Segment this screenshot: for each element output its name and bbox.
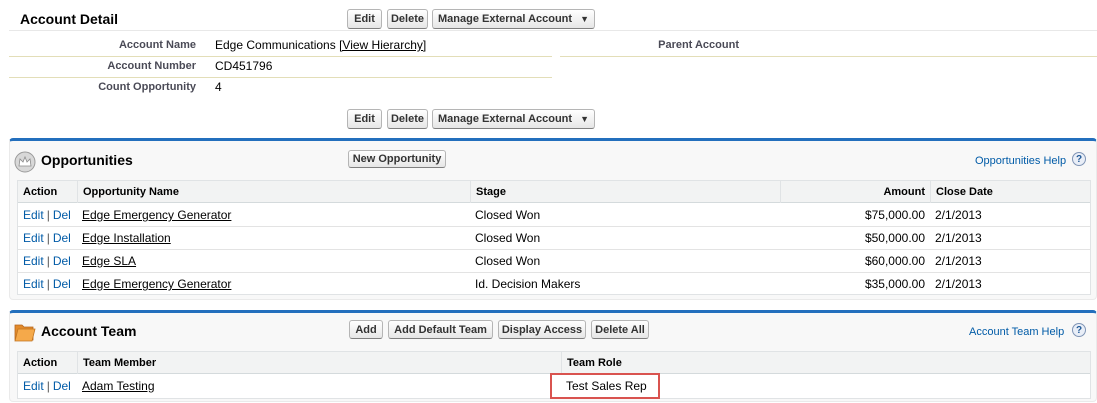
opportunity-name-link[interactable]: Edge Emergency Generator: [82, 208, 231, 222]
account-team-title: Account Team: [41, 323, 137, 339]
close-date-cell: 2/1/2013: [935, 254, 982, 268]
row-actions: Edit | Del: [18, 250, 71, 273]
crown-icon: [14, 151, 36, 173]
manage-external-account-button-bottom[interactable]: Manage External Account ▼: [432, 109, 595, 129]
opportunity-name-cell: Edge Emergency Generator: [77, 204, 231, 227]
count-opportunity-label: Count Opportunity: [98, 81, 196, 93]
account-detail-header-line: [9, 30, 1097, 31]
close-date-cell: 2/1/2013: [935, 208, 982, 222]
team-role-highlight: [550, 373, 660, 399]
edit-button-bottom[interactable]: Edit: [347, 109, 382, 129]
action-separator: |: [46, 277, 50, 291]
edit-link[interactable]: Edit: [23, 379, 44, 393]
account-team-help-link[interactable]: Account Team Help: [969, 326, 1064, 338]
opportunities-title: Opportunities: [41, 152, 133, 168]
action-separator: |: [46, 379, 50, 393]
edit-link[interactable]: Edit: [23, 208, 44, 222]
help-icon[interactable]: ?: [1072, 152, 1086, 166]
table-header: Action Team Member Team Role: [18, 352, 1090, 374]
new-opportunity-button[interactable]: New Opportunity: [348, 150, 446, 168]
account-name-value: Edge Communications [View Hierarchy]: [215, 38, 426, 52]
team-member-link[interactable]: Adam Testing: [82, 379, 155, 393]
column-stage: Stage: [470, 181, 780, 203]
opportunities-help-link[interactable]: Opportunities Help: [975, 155, 1066, 167]
close-date-cell: 2/1/2013: [935, 277, 982, 291]
account-number-value: CD451796: [215, 59, 273, 73]
action-separator: |: [46, 254, 50, 268]
opportunity-name-link[interactable]: Edge Installation: [82, 231, 171, 245]
delete-all-button[interactable]: Delete All: [591, 320, 649, 339]
column-amount: Amount: [780, 181, 930, 203]
stage-cell: Closed Won: [475, 254, 541, 268]
account-detail-title: Account Detail: [20, 11, 119, 27]
table-row: Edit | Del Edge Emergency Generator Id. De…: [18, 273, 1090, 296]
row-actions: Edit | Del: [18, 375, 71, 398]
delete-link[interactable]: Del: [53, 231, 71, 245]
edit-link[interactable]: Edit: [23, 254, 44, 268]
manage-external-account-button-top[interactable]: Manage External Account ▼: [432, 9, 595, 29]
column-action: Action: [23, 357, 58, 369]
account-name-label: Account Name: [118, 39, 196, 51]
account-name-text: Edge Communications: [215, 38, 336, 52]
table-header: Action Opportunity Name Stage Amount Clo…: [18, 181, 1090, 203]
table-row: Edit | Del Edge SLA Closed Won $60,000.00 …: [18, 250, 1090, 273]
edit-link[interactable]: Edit: [23, 277, 44, 291]
action-separator: |: [46, 208, 50, 222]
field-divider: [9, 56, 552, 57]
action-separator: |: [46, 231, 50, 245]
caret-down-icon: ▼: [580, 14, 589, 24]
edit-button-top[interactable]: Edit: [347, 9, 382, 29]
delete-button-top[interactable]: Delete: [387, 9, 428, 29]
account-detail-section: Account Detail Edit Delete Manage Extern…: [0, 0, 1097, 133]
delete-button-bottom[interactable]: Delete: [387, 109, 428, 129]
opportunities-panel: Opportunities New Opportunity Opportunit…: [9, 138, 1097, 300]
stage-cell: Closed Won: [475, 231, 541, 245]
field-divider: [560, 56, 1097, 57]
delete-link[interactable]: Del: [53, 277, 71, 291]
display-access-button[interactable]: Display Access: [498, 320, 586, 339]
stage-cell: Closed Won: [475, 208, 541, 222]
caret-down-icon: ▼: [580, 114, 589, 124]
team-member-cell: Adam Testing: [77, 375, 155, 398]
count-opportunity-value: 4: [215, 80, 222, 94]
help-icon[interactable]: ?: [1072, 323, 1086, 337]
column-close-date: Close Date: [930, 181, 1092, 203]
column-team-role: Team Role: [561, 352, 1092, 374]
amount-cell: $75,000.00: [864, 208, 925, 222]
add-button[interactable]: Add: [349, 320, 383, 339]
amount-cell: $60,000.00: [864, 254, 925, 268]
field-divider: [9, 77, 552, 78]
add-default-team-button[interactable]: Add Default Team: [388, 320, 493, 339]
delete-link[interactable]: Del: [53, 254, 71, 268]
view-hierarchy-link[interactable]: [View Hierarchy]: [339, 38, 426, 52]
opportunity-name-cell: Edge SLA: [77, 250, 136, 273]
account-number-label: Account Number: [107, 60, 196, 72]
parent-account-label: Parent Account: [658, 39, 739, 51]
stage-cell: Id. Decision Makers: [475, 277, 581, 291]
column-opportunity-name: Opportunity Name: [77, 181, 470, 203]
delete-link[interactable]: Del: [53, 208, 71, 222]
manage-external-account-label: Manage External Account: [438, 113, 573, 125]
opportunity-name-cell: Edge Installation: [77, 227, 171, 250]
table-row: Edit | Del Edge Installation Closed Won $5…: [18, 227, 1090, 250]
column-action: Action: [23, 186, 58, 198]
edit-link[interactable]: Edit: [23, 231, 44, 245]
row-actions: Edit | Del: [18, 273, 71, 296]
opportunity-name-cell: Edge Emergency Generator: [77, 273, 231, 296]
column-amount-label: Amount: [883, 186, 925, 198]
table-row: Edit | Del Edge Emergency Generator Closed…: [18, 204, 1090, 227]
row-actions: Edit | Del: [18, 227, 71, 250]
opportunity-name-link[interactable]: Edge SLA: [82, 254, 136, 268]
amount-cell: $50,000.00: [864, 231, 925, 245]
manage-external-account-label: Manage External Account: [438, 13, 573, 25]
amount-cell: $35,000.00: [864, 277, 925, 291]
close-date-cell: 2/1/2013: [935, 231, 982, 245]
opportunity-name-link[interactable]: Edge Emergency Generator: [82, 277, 231, 291]
column-team-member: Team Member: [77, 352, 561, 374]
opportunities-table: Action Opportunity Name Stage Amount Clo…: [17, 180, 1091, 295]
folder-icon: [13, 320, 37, 344]
delete-link[interactable]: Del: [53, 379, 71, 393]
row-actions: Edit | Del: [18, 204, 71, 227]
